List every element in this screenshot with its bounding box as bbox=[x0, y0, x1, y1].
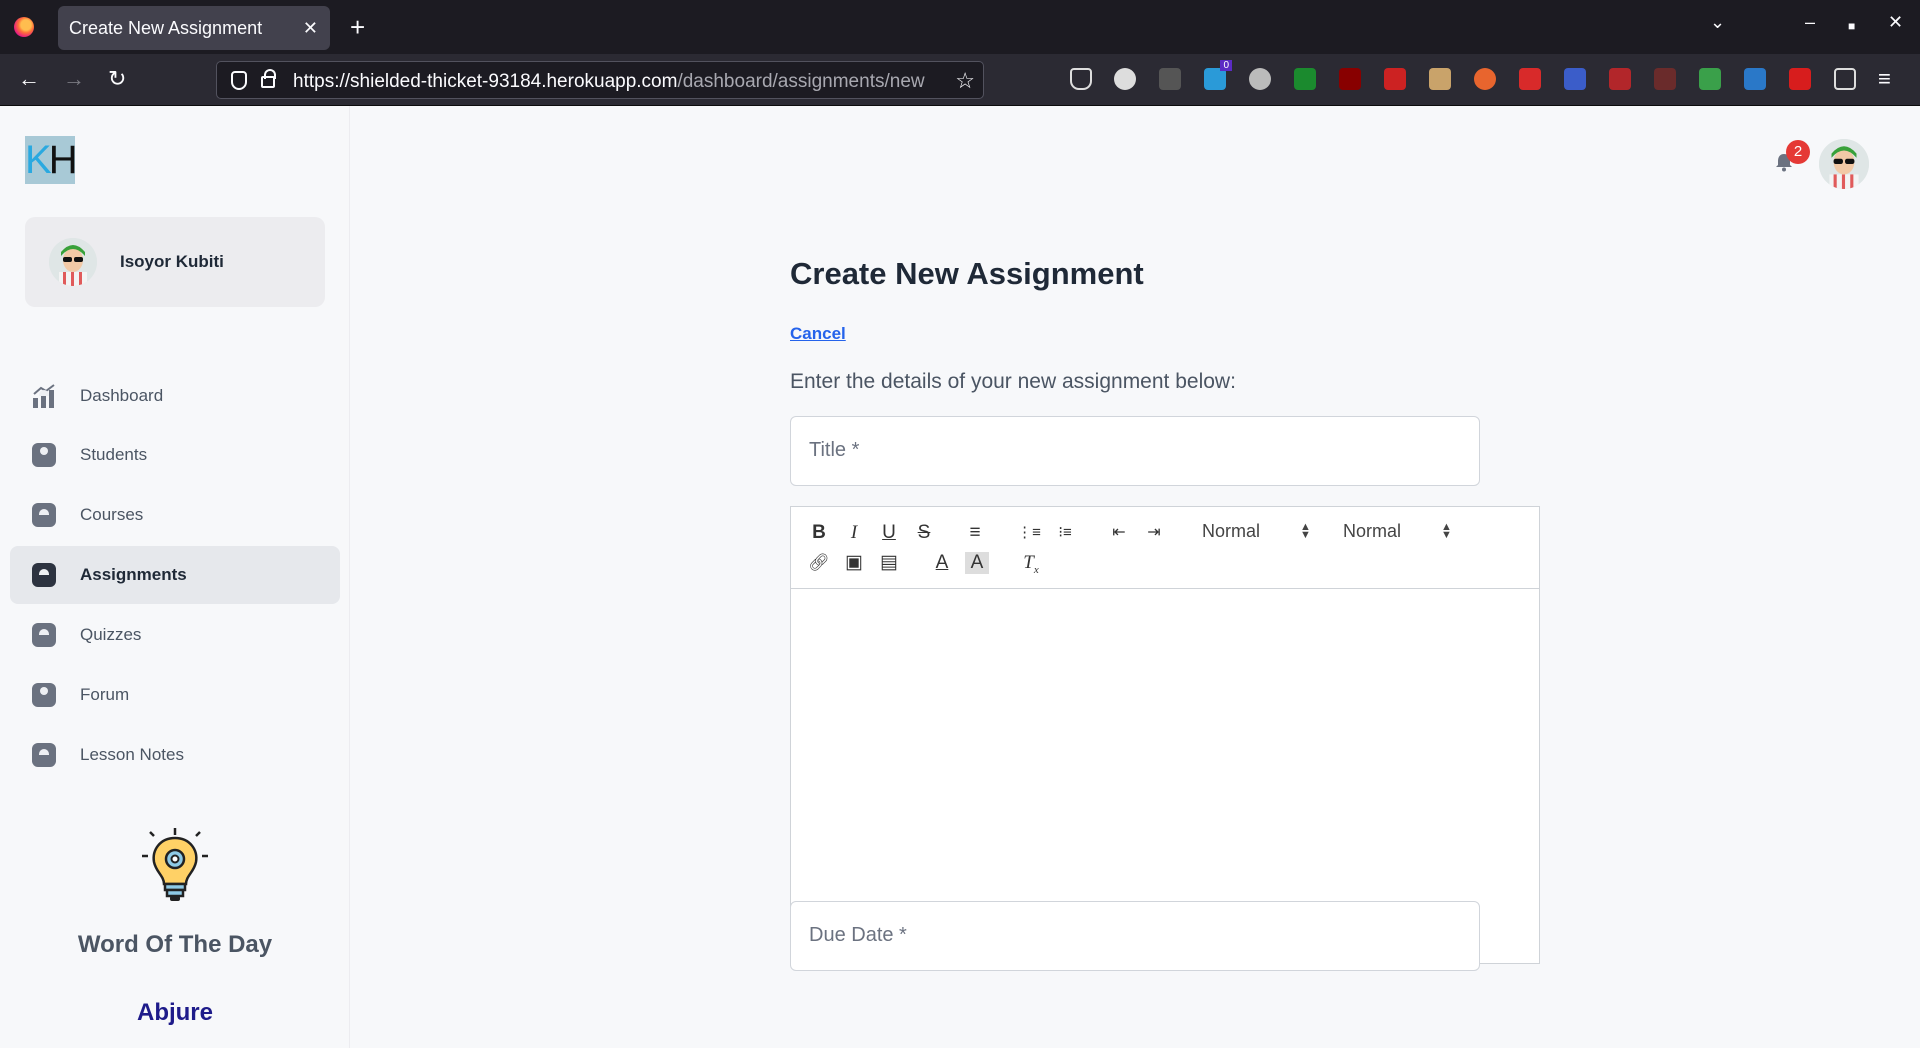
title-field[interactable]: Title * bbox=[790, 416, 1480, 486]
close-window-icon[interactable]: ✕ bbox=[1888, 12, 1903, 33]
sidebar-item-students[interactable]: Students bbox=[10, 426, 340, 484]
lock-icon[interactable] bbox=[261, 69, 276, 88]
save-extension-icon[interactable] bbox=[1789, 68, 1811, 90]
title-field-label: Title * bbox=[809, 439, 860, 461]
back-arrow-icon[interactable]: ← bbox=[18, 66, 40, 92]
sidebar-item-assignments[interactable]: Assignments bbox=[10, 546, 340, 604]
editor-toolbar: B I U S ≡ ⋮≡ ⁝≡ ⇤ ⇥ Normal ▲ ▼ Normal ▲ ▼ … bbox=[791, 507, 1539, 589]
book-icon bbox=[32, 743, 56, 767]
avatar-extension-icon[interactable] bbox=[1249, 68, 1271, 90]
person-icon bbox=[32, 443, 56, 467]
camera-extension-icon[interactable] bbox=[1744, 68, 1766, 90]
kh-logo[interactable]: KH bbox=[25, 136, 78, 184]
book-icon bbox=[32, 503, 56, 527]
tab-title: Create New Assignment bbox=[69, 18, 263, 38]
rich-text-editor[interactable]: B I U S ≡ ⋮≡ ⁝≡ ⇤ ⇥ Normal ▲ ▼ Normal ▲ ▼ … bbox=[790, 506, 1540, 964]
sidebar-item-label: Forum bbox=[80, 685, 130, 704]
book-icon bbox=[32, 623, 56, 647]
outdent-icon[interactable]: ⇤ bbox=[1107, 522, 1131, 544]
gnome-extension-icon[interactable] bbox=[1159, 68, 1181, 90]
sidebar-item-quizzes[interactable]: Quizzes bbox=[10, 606, 340, 664]
yd-extension-icon[interactable] bbox=[1654, 68, 1676, 90]
text-color-icon[interactable]: A bbox=[930, 552, 954, 574]
align-icon[interactable]: ≡ bbox=[963, 522, 987, 544]
pocket-icon[interactable] bbox=[1070, 68, 1092, 90]
sidebar-item-label: Lesson Notes bbox=[80, 745, 184, 764]
sidebar-item-forum[interactable]: Forum bbox=[10, 666, 340, 724]
sidebar-item-dashboard[interactable]: Dashboard bbox=[10, 367, 340, 425]
link-icon[interactable]: 🔗︎ bbox=[807, 552, 831, 574]
reload-icon[interactable]: ↻ bbox=[108, 66, 126, 92]
cancel-link[interactable]: Cancel bbox=[790, 324, 846, 344]
sidebar-item-label: Courses bbox=[80, 505, 144, 524]
bold-icon[interactable]: B bbox=[807, 522, 831, 544]
minimize-icon[interactable]: – bbox=[1805, 12, 1815, 33]
photo-extension-icon[interactable] bbox=[1699, 68, 1721, 90]
user-card[interactable]: Isoyor Kubiti bbox=[25, 217, 325, 307]
due-date-field[interactable]: Due Date * bbox=[790, 901, 1480, 971]
indent-icon[interactable]: ⇥ bbox=[1142, 522, 1166, 544]
header-select[interactable]: Normal ▲ ▼ bbox=[1202, 521, 1311, 542]
browser-tab[interactable]: Create New Assignment ✕ bbox=[58, 6, 330, 50]
bullet-list-icon[interactable]: ⁝≡ bbox=[1053, 522, 1077, 544]
duckduckgo-icon[interactable] bbox=[1474, 68, 1496, 90]
word-of-day-title: Word Of The Day bbox=[77, 931, 273, 958]
image-icon[interactable]: ▣ bbox=[842, 552, 866, 574]
sidebar-item-label: Quizzes bbox=[80, 625, 142, 644]
user-name: Isoyor Kubiti bbox=[120, 252, 224, 271]
bookmark-star-icon[interactable]: ☆ bbox=[955, 68, 975, 94]
intro-text: Enter the details of your new assignment… bbox=[790, 370, 1236, 393]
ordered-list-icon[interactable]: ⋮≡ bbox=[1017, 522, 1041, 544]
extensions-puzzle-icon[interactable] bbox=[1834, 68, 1856, 90]
counter-extension-icon[interactable]: 0 bbox=[1204, 60, 1232, 90]
sidebar-item-label: Dashboard bbox=[80, 386, 164, 405]
browser-nav-bar: ← → ↻ https://shielded-thicket-93184.her… bbox=[0, 54, 1920, 106]
clear-format-icon[interactable]: Tx bbox=[1019, 552, 1043, 581]
red-extension-icon[interactable] bbox=[1384, 68, 1406, 90]
sidebar-item-label: Assignments bbox=[80, 565, 187, 584]
notes-extension-icon[interactable] bbox=[1429, 68, 1451, 90]
sidebar-item-lesson-notes[interactable]: Lesson Notes bbox=[10, 726, 340, 784]
hd-extension-icon[interactable] bbox=[1609, 68, 1631, 90]
sidebar: KH Isoyor Kubiti Dashboard Students Cour… bbox=[0, 106, 350, 1048]
person-icon bbox=[32, 683, 56, 707]
download-extension-icon[interactable] bbox=[1294, 68, 1316, 90]
browser-tab-bar: Create New Assignment ✕ + ⌄ – ■ ✕ bbox=[0, 0, 1920, 54]
strikethrough-icon[interactable]: S bbox=[912, 522, 936, 544]
book-icon bbox=[32, 563, 56, 587]
sidebar-item-label: Students bbox=[80, 445, 148, 464]
background-color-icon[interactable]: A bbox=[965, 552, 989, 574]
word-of-day: Abjure bbox=[136, 999, 213, 1026]
sidebar-item-courses[interactable]: Courses bbox=[10, 486, 340, 544]
firefox-logo-icon bbox=[14, 17, 34, 37]
lightbulb-icon bbox=[142, 828, 208, 901]
shield-icon[interactable] bbox=[231, 71, 247, 90]
header-avatar[interactable] bbox=[1819, 139, 1869, 189]
avatar bbox=[49, 238, 97, 286]
new-tab-button[interactable]: + bbox=[350, 12, 365, 42]
due-date-label: Due Date * bbox=[809, 924, 907, 946]
italic-icon[interactable]: I bbox=[842, 522, 866, 544]
info-extension-icon[interactable] bbox=[1114, 68, 1136, 90]
url-text[interactable]: https://shielded-thicket-93184.herokuapp… bbox=[293, 71, 943, 93]
video-icon[interactable]: ▤ bbox=[877, 552, 901, 574]
url-bar[interactable]: https://shielded-thicket-93184.herokuapp… bbox=[216, 61, 984, 99]
chart-icon bbox=[32, 384, 56, 408]
tab-list-chevron-icon[interactable]: ⌄ bbox=[1710, 12, 1725, 33]
notification-badge[interactable]: 2 bbox=[1786, 140, 1810, 164]
page-title: Create New Assignment bbox=[790, 256, 1144, 291]
size-select[interactable]: Normal ▲ ▼ bbox=[1343, 521, 1452, 542]
lock-extension-icon[interactable] bbox=[1519, 68, 1541, 90]
hamburger-menu-icon[interactable]: ≡ bbox=[1878, 66, 1891, 92]
maximize-icon[interactable]: ■ bbox=[1848, 19, 1855, 33]
list-extension-icon[interactable] bbox=[1564, 68, 1586, 90]
underline-icon[interactable]: U bbox=[877, 522, 901, 544]
ublock-icon[interactable] bbox=[1339, 68, 1361, 90]
tab-close-icon[interactable]: ✕ bbox=[303, 6, 318, 50]
forward-arrow-icon[interactable]: → bbox=[63, 66, 85, 92]
